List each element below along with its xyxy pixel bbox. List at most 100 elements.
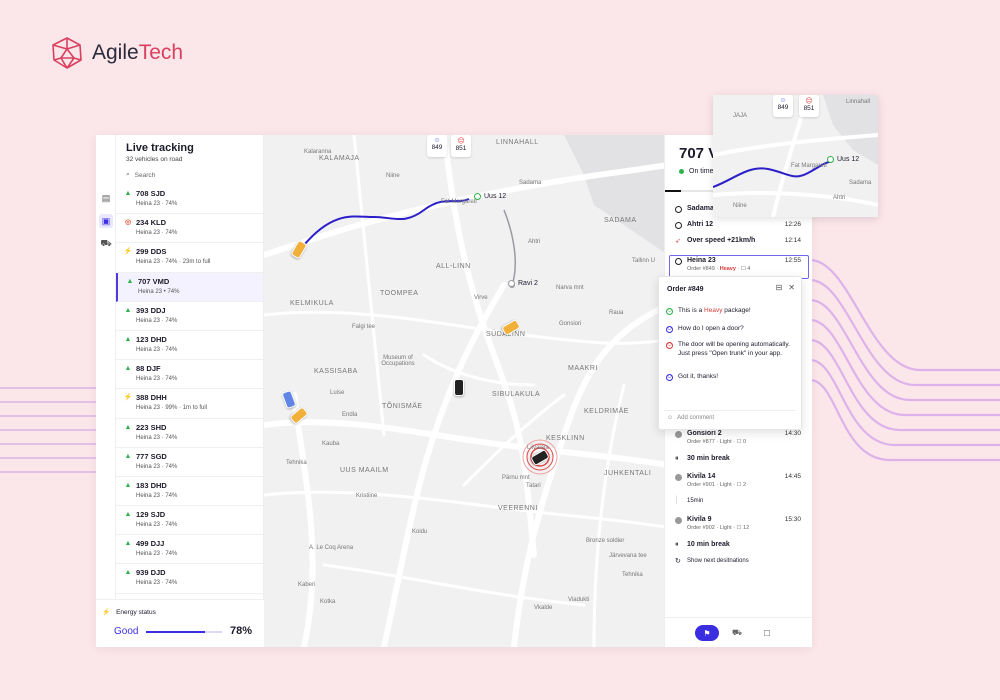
timeline-time: 12:55: [784, 257, 801, 264]
comment-input[interactable]: ☺ Add comment: [664, 410, 796, 424]
stop-label: Uus 12: [484, 193, 507, 200]
inset-label: Linnahall: [846, 99, 871, 105]
district-label: TÕNISMÄE: [382, 403, 423, 410]
vehicle-list-item[interactable]: ▲ 223 SHD Heina 23 · 74%: [116, 419, 263, 448]
timeline-item[interactable]: Gonsiori 2 Order #877 · Light · ☐ 0 14:30: [675, 430, 801, 445]
chat-message: ☺ How do I open a door?: [666, 325, 744, 333]
district-label: VEERENNI: [498, 505, 538, 512]
vehicle-list-item[interactable]: ▲ 183 DHD Heina 23 · 74%: [116, 477, 263, 507]
timeline-item[interactable]: Ahtri 12 12:26: [675, 221, 801, 229]
smile-icon: ☺: [779, 97, 787, 104]
stop-marker[interactable]: Ravi 2: [508, 280, 538, 287]
minimize-icon[interactable]: ⊟: [776, 283, 783, 292]
vehicle-list-item[interactable]: ▲ 777 SGD Heina 23 · 74%: [116, 448, 263, 477]
search-input[interactable]: ⌕ Search: [126, 171, 263, 179]
district-label: MAAKRI: [568, 365, 598, 372]
timeline-item[interactable]: ⏸ 30 min break: [675, 455, 801, 463]
vehicle-list-item[interactable]: ⚡ 299 DDS Heina 23 · 74% · 23m to full: [116, 243, 263, 273]
pause-icon: ⏸: [675, 455, 679, 462]
street-label: Kalaranna: [304, 149, 332, 155]
chat-actions: ⊟ ✕: [776, 283, 795, 292]
vehicle-list-item[interactable]: ▲ 708 SJD Heina 23 · 74%: [116, 185, 263, 215]
status-dot: [679, 169, 684, 174]
district-label: UUS MAAILM: [340, 467, 389, 474]
district-label: KELMIKULA: [290, 300, 334, 307]
street-label: Falgi tee: [352, 324, 376, 330]
vehicle-meta: Heina 23 · 74%: [136, 580, 178, 587]
district-label: ALL-LINN: [436, 263, 471, 270]
street-label: Endla: [342, 412, 358, 418]
chat-icon[interactable]: ☐: [755, 625, 779, 641]
document-icon[interactable]: ▤: [99, 191, 113, 205]
vehicle-list-item[interactable]: ▲ 499 DJJ Heina 23 · 74%: [116, 535, 263, 565]
timeline-title: 10 min break: [687, 541, 730, 548]
vehicle-plate: 777 SGD: [136, 451, 167, 461]
badge-count: 851: [455, 145, 467, 152]
vehicle-plate: 223 SHD: [136, 422, 167, 432]
timeline-item[interactable]: ➶ Over speed +21km/h 12:14: [675, 237, 801, 245]
geodesic-sphere-icon: [52, 37, 82, 69]
district-label: LINNAHALL: [496, 139, 539, 146]
negative-feedback-badge[interactable]: ☹ 851: [799, 95, 819, 117]
street-label: Pärnu mnt: [502, 475, 530, 481]
street-label: Koidu: [412, 529, 428, 535]
stop-marker[interactable]: Uus 12: [827, 156, 859, 163]
vehicle-meta: Heina 23 · 74%: [136, 492, 178, 499]
street-label: Museum of Occupations: [381, 355, 415, 367]
stop-circle-icon: [675, 222, 682, 229]
order-number: Order #849: [687, 266, 715, 272]
frown-icon: ☹: [805, 98, 813, 105]
vehicle-meta: Heina 23 · 74%: [136, 376, 178, 383]
truck-icon[interactable]: ⛟: [725, 625, 749, 641]
pause-icon: ⏸: [675, 541, 679, 548]
timeline-item[interactable]: Kivila 9 Order #902 · Light · ☐ 12 15:30: [675, 516, 801, 531]
flag-icon[interactable]: ⚑: [695, 625, 719, 641]
energy-percent: 78%: [230, 625, 253, 637]
stop-marker[interactable]: Uus 12: [474, 193, 506, 200]
negative-feedback-badge[interactable]: ☹ 851: [451, 135, 471, 157]
vehicle-meta: Heina 23 · 74%: [136, 230, 178, 237]
positive-feedback-badge[interactable]: ☺ 849: [773, 95, 793, 117]
close-icon[interactable]: ✕: [788, 283, 795, 292]
timeline-item[interactable]: │ 15min: [675, 497, 801, 504]
vehicle-list: ▲ 708 SJD Heina 23 · 74% ◎ 234 KLD Heina 23 ·…: [116, 185, 263, 594]
street-label: A. Le Coq Arena: [309, 545, 354, 551]
vehicle-meta: Heina 23 · 74%: [136, 201, 178, 207]
street-label: Niine: [386, 173, 400, 179]
street-label: Kauba: [322, 441, 340, 447]
vehicle-list-item[interactable]: ▲ 707 VMD Heina 23 • 74%: [116, 272, 263, 302]
street-label: Kotka: [320, 599, 336, 605]
timeline-title: Show next desitnations: [687, 558, 749, 564]
timeline-item[interactable]: ↻ Show next desitnations: [675, 557, 801, 565]
district-label: TOOMPEA: [380, 290, 419, 297]
vehicle-list-item[interactable]: ▲ 393 DDJ Heina 23 · 74%: [116, 302, 263, 331]
map-view[interactable]: KALAMAJA LINNAHALL SADAMA ALL-LINN KELMI…: [264, 135, 668, 647]
stop-dot: [508, 280, 515, 287]
stop-dot: [827, 156, 834, 163]
map-zoom-inset[interactable]: ☺ 849 ☹ 851 Linnahall JAJA Fat Margareti U…: [713, 95, 878, 217]
vehicle-meta: Heina 23 · 74%: [136, 551, 178, 558]
brand-logo[interactable]: AgileTech: [50, 36, 183, 70]
order-number: Order #901: [687, 482, 715, 488]
truck-icon[interactable]: ⛟: [99, 237, 113, 251]
vehicle-plate: 299 DDS: [136, 247, 167, 257]
comment-count: 12: [743, 525, 750, 531]
inset-label: Sadama: [849, 180, 872, 186]
vehicle-list-item[interactable]: ▲ 123 DHD Heina 23 · 74%: [116, 331, 263, 361]
comment-count-icon: ☐: [740, 266, 746, 272]
district-label: KALAMAJA: [319, 155, 360, 162]
timeline-item[interactable]: ⏸ 10 min break: [675, 541, 801, 549]
car-marker[interactable]: [454, 379, 464, 396]
timeline-item[interactable]: Heina 23 Order #849 · Heavy · ☐ 4 12:55: [675, 257, 801, 272]
timeline-time: 12:14: [784, 237, 801, 244]
vehicle-list-item[interactable]: ◎ 234 KLD Heina 23 · 74%: [116, 214, 263, 244]
vehicles-count: 32 vehicles on road: [126, 156, 183, 163]
vehicle-list-item[interactable]: ▲ 88 DJF Heina 23 · 74%: [116, 360, 263, 390]
positive-feedback-badge[interactable]: ☺ 849: [427, 135, 447, 157]
vehicle-list-item[interactable]: ▲ 129 SJD Heina 23 · 74%: [116, 506, 263, 536]
vehicle-list-item[interactable]: ▲ 939 DJD Heina 23 · 74%: [116, 564, 263, 594]
map-book-icon[interactable]: ▣: [99, 214, 113, 228]
timeline-item[interactable]: Kivila 14 Order #901 · Light · ☐ 2 14:45: [675, 473, 801, 488]
vehicle-list-item[interactable]: ⚡ 388 DHH Heina 23 · 99% · 1m to full: [116, 389, 263, 419]
street-label: Ahtri: [528, 239, 541, 245]
